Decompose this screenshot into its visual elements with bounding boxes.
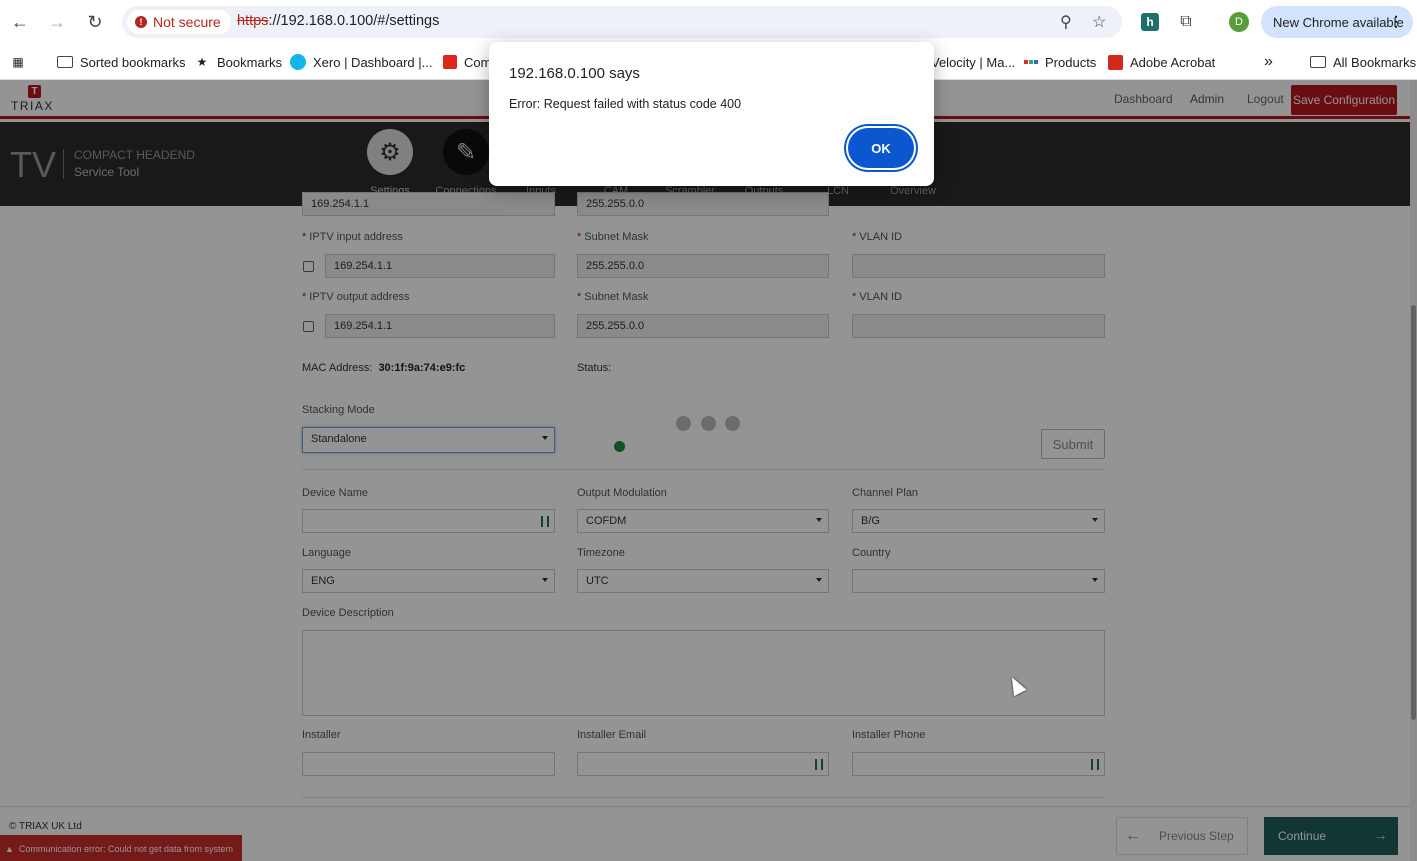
reload-icon[interactable]: ↻ bbox=[80, 7, 110, 37]
bookmark-acrobat[interactable]: Adobe Acrobat bbox=[1108, 52, 1215, 72]
bookmark-com[interactable]: Com bbox=[443, 52, 491, 72]
bookmark-label: Adobe Acrobat bbox=[1130, 54, 1216, 70]
url-path: ://192.168.0.100/#/settings bbox=[268, 13, 440, 29]
bookmark-velocity[interactable]: Velocity | Ma... bbox=[931, 52, 1015, 72]
warning-icon: ! bbox=[135, 16, 147, 28]
bookmark-label: Bookmarks bbox=[217, 54, 283, 70]
xero-icon bbox=[290, 54, 306, 70]
all-bookmarks[interactable]: All Bookmarks bbox=[1310, 52, 1416, 72]
bookmark-sorted[interactable]: Sorted bookmarks bbox=[57, 52, 186, 72]
new-chrome-label: New Chrome available bbox=[1273, 14, 1404, 30]
security-chip[interactable]: ! Not secure bbox=[127, 10, 231, 34]
forward-icon[interactable]: → bbox=[42, 7, 72, 37]
alert-dialog: 192.168.0.100 says Error: Request failed… bbox=[489, 42, 934, 186]
back-icon[interactable]: ← bbox=[5, 7, 35, 37]
bookmark-label: Com bbox=[464, 54, 492, 70]
app-icon bbox=[443, 55, 457, 69]
profile-avatar[interactable]: D bbox=[1229, 12, 1249, 32]
url-scheme: https bbox=[237, 13, 269, 29]
browser-toolbar: ← → ↻ ! Not secure https://192.168.0.100… bbox=[0, 0, 1417, 44]
extension-icon[interactable]: h bbox=[1141, 13, 1159, 31]
modal-backdrop bbox=[0, 80, 1417, 861]
bookmark-star-icon[interactable]: ☆ bbox=[1092, 12, 1106, 32]
zoom-icon[interactable]: ⚲ bbox=[1060, 12, 1072, 32]
bookmark-label: All Bookmarks bbox=[1333, 54, 1417, 70]
bookmark-label: Products bbox=[1045, 54, 1097, 70]
bookmarks-overflow[interactable]: » bbox=[1264, 52, 1273, 72]
bookmark-label: Sorted bookmarks bbox=[80, 54, 186, 70]
star-icon: ★ bbox=[196, 55, 208, 69]
folder-icon bbox=[1310, 56, 1326, 68]
dialog-title: 192.168.0.100 says bbox=[509, 65, 640, 82]
apps-grid-icon[interactable]: ▦ bbox=[10, 52, 26, 72]
products-icon bbox=[1024, 60, 1038, 64]
bookmark-label: Xero | Dashboard |... bbox=[313, 54, 433, 70]
new-chrome-button[interactable]: New Chrome available ⋮ bbox=[1261, 6, 1413, 38]
extensions-puzzle-icon[interactable]: ⧉ bbox=[1175, 11, 1197, 33]
bookmark-bookmarks[interactable]: ★ Bookmarks bbox=[194, 52, 282, 72]
menu-kebab-icon: ⋮ bbox=[1389, 13, 1403, 29]
bookmark-xero[interactable]: Xero | Dashboard |... bbox=[290, 52, 432, 72]
acrobat-icon bbox=[1108, 54, 1123, 70]
ok-button[interactable]: OK bbox=[848, 128, 914, 168]
security-label: Not secure bbox=[153, 14, 221, 30]
dialog-message: Error: Request failed with status code 4… bbox=[509, 97, 742, 111]
url-text[interactable]: https://192.168.0.100/#/settings bbox=[237, 13, 439, 29]
bookmark-label: Velocity | Ma... bbox=[931, 54, 1016, 70]
folder-icon bbox=[57, 56, 73, 68]
bookmark-products[interactable]: Products bbox=[1024, 52, 1096, 72]
